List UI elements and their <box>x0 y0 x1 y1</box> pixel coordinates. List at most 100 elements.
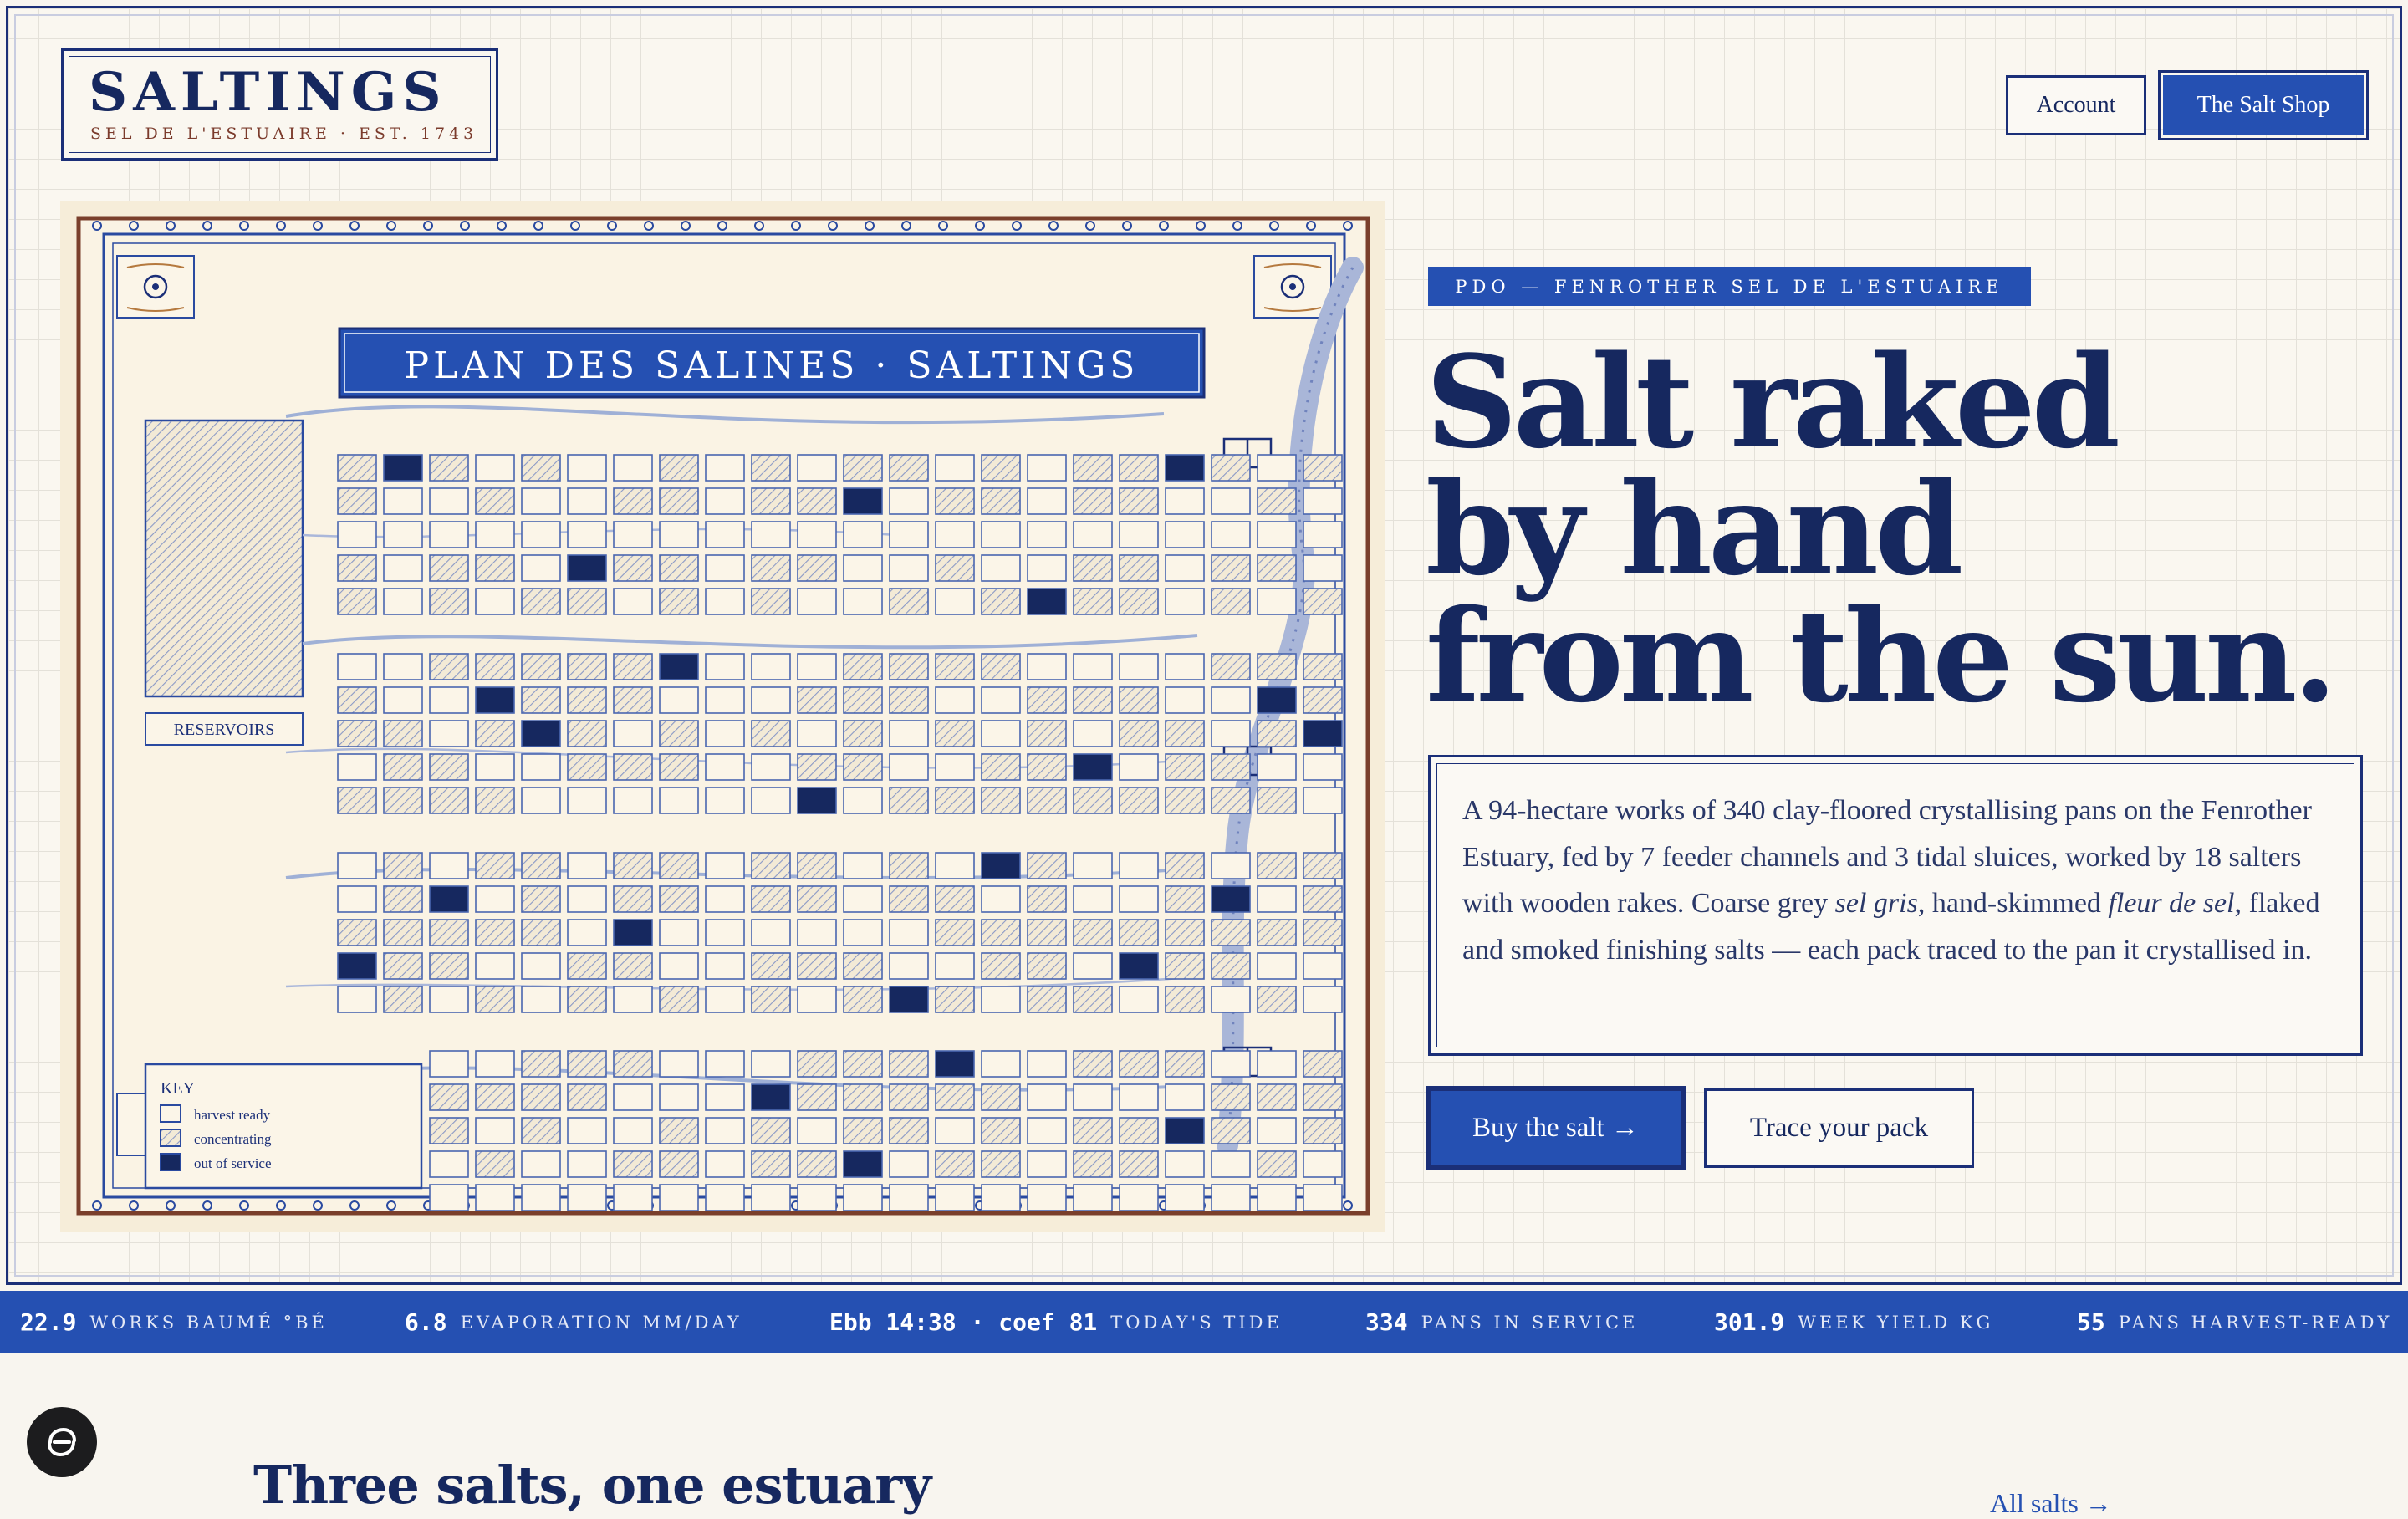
salt-pan[interactable] <box>843 454 883 482</box>
salt-pan[interactable] <box>613 787 653 814</box>
salt-pan[interactable] <box>613 986 653 1013</box>
salt-pan[interactable] <box>567 753 607 781</box>
account-button[interactable]: Account <box>2006 75 2146 135</box>
salt-pan[interactable] <box>1119 521 1159 548</box>
salt-pan[interactable] <box>1303 1050 1343 1078</box>
salt-pan[interactable] <box>659 588 699 615</box>
salt-pan[interactable] <box>751 588 791 615</box>
salt-pan[interactable] <box>521 653 561 680</box>
salt-pan[interactable] <box>1211 720 1251 747</box>
salt-pan[interactable] <box>475 1083 515 1111</box>
salt-pan[interactable] <box>1257 487 1297 515</box>
salt-pan[interactable] <box>935 787 975 814</box>
salt-pan[interactable] <box>1073 787 1113 814</box>
salt-pan[interactable] <box>1165 487 1205 515</box>
salt-pan[interactable] <box>659 1117 699 1144</box>
salt-pan[interactable] <box>1303 720 1343 747</box>
salt-pan[interactable] <box>1303 919 1343 946</box>
salt-pan[interactable] <box>1257 1117 1297 1144</box>
salt-pan[interactable] <box>567 653 607 680</box>
salt-pan[interactable] <box>1165 1150 1205 1178</box>
salt-pan[interactable] <box>475 454 515 482</box>
salt-pan[interactable] <box>889 852 929 879</box>
salt-pan[interactable] <box>889 787 929 814</box>
salt-pan[interactable] <box>751 1083 791 1111</box>
salt-pan[interactable] <box>337 487 377 515</box>
salt-pan[interactable] <box>383 720 423 747</box>
salt-pan[interactable] <box>935 588 975 615</box>
salt-pan[interactable] <box>1165 554 1205 582</box>
salt-pan[interactable] <box>935 919 975 946</box>
salt-shop-button[interactable]: The Salt Shop <box>2158 70 2369 140</box>
salt-pan[interactable] <box>659 554 699 582</box>
salt-pan[interactable] <box>475 753 515 781</box>
salt-pan[interactable] <box>521 1117 561 1144</box>
salt-pan[interactable] <box>1165 1184 1205 1211</box>
salt-pan[interactable] <box>935 1050 975 1078</box>
salt-pan[interactable] <box>567 588 607 615</box>
salt-pan[interactable] <box>659 686 699 714</box>
salt-pan[interactable] <box>889 720 929 747</box>
salt-pan[interactable] <box>1119 753 1159 781</box>
salt-pan[interactable] <box>935 1117 975 1144</box>
salt-pan[interactable] <box>337 521 377 548</box>
salt-pan[interactable] <box>935 1150 975 1178</box>
salt-pan[interactable] <box>1257 919 1297 946</box>
salt-pan[interactable] <box>1303 454 1343 482</box>
salt-pan[interactable] <box>889 686 929 714</box>
salt-pan[interactable] <box>1257 753 1297 781</box>
salt-pan[interactable] <box>1211 1050 1251 1078</box>
salt-pan[interactable] <box>1257 1150 1297 1178</box>
salt-pan[interactable] <box>843 686 883 714</box>
salt-pan[interactable] <box>337 952 377 980</box>
salt-pan[interactable] <box>1027 1083 1067 1111</box>
salt-pan[interactable] <box>1165 521 1205 548</box>
salt-pan[interactable] <box>1165 720 1205 747</box>
salt-pan[interactable] <box>429 986 469 1013</box>
salt-pan[interactable] <box>383 753 423 781</box>
salt-pan[interactable] <box>705 1150 745 1178</box>
salt-pan[interactable] <box>1027 885 1067 913</box>
salt-pan[interactable] <box>475 787 515 814</box>
salt-pan[interactable] <box>613 1150 653 1178</box>
salt-pan[interactable] <box>751 787 791 814</box>
salt-pan[interactable] <box>613 1050 653 1078</box>
salt-pan[interactable] <box>429 487 469 515</box>
salt-pan[interactable] <box>751 885 791 913</box>
salt-pan[interactable] <box>889 986 929 1013</box>
salt-pan[interactable] <box>843 653 883 680</box>
salt-pan[interactable] <box>1073 1083 1113 1111</box>
salt-pan[interactable] <box>613 487 653 515</box>
salt-pan[interactable] <box>659 720 699 747</box>
salt-pan[interactable] <box>475 554 515 582</box>
salt-pan[interactable] <box>751 554 791 582</box>
salt-pan[interactable] <box>1027 1150 1067 1178</box>
salt-pan[interactable] <box>567 1150 607 1178</box>
salt-pan[interactable] <box>981 686 1021 714</box>
salt-pan[interactable] <box>705 521 745 548</box>
salt-pan[interactable] <box>567 1184 607 1211</box>
salt-pan[interactable] <box>429 653 469 680</box>
salt-pan[interactable] <box>889 588 929 615</box>
salt-pan[interactable] <box>659 653 699 680</box>
salt-pan[interactable] <box>521 852 561 879</box>
salt-pan[interactable] <box>797 686 837 714</box>
salt-pan[interactable] <box>981 487 1021 515</box>
salt-pan[interactable] <box>1165 1050 1205 1078</box>
salt-pan[interactable] <box>935 653 975 680</box>
salt-pan[interactable] <box>521 753 561 781</box>
salt-pan[interactable] <box>1303 986 1343 1013</box>
salt-pan[interactable] <box>659 952 699 980</box>
salt-pan[interactable] <box>797 952 837 980</box>
salt-pan[interactable] <box>567 919 607 946</box>
salt-pan[interactable] <box>1211 1117 1251 1144</box>
salt-pan[interactable] <box>935 521 975 548</box>
salt-pan[interactable] <box>613 852 653 879</box>
salt-pan[interactable] <box>1211 454 1251 482</box>
salt-pan[interactable] <box>1211 588 1251 615</box>
salt-pan[interactable] <box>613 1083 653 1111</box>
salt-pan[interactable] <box>1027 521 1067 548</box>
salt-pan[interactable] <box>981 885 1021 913</box>
salt-pan[interactable] <box>705 1184 745 1211</box>
salt-pan[interactable] <box>1119 588 1159 615</box>
